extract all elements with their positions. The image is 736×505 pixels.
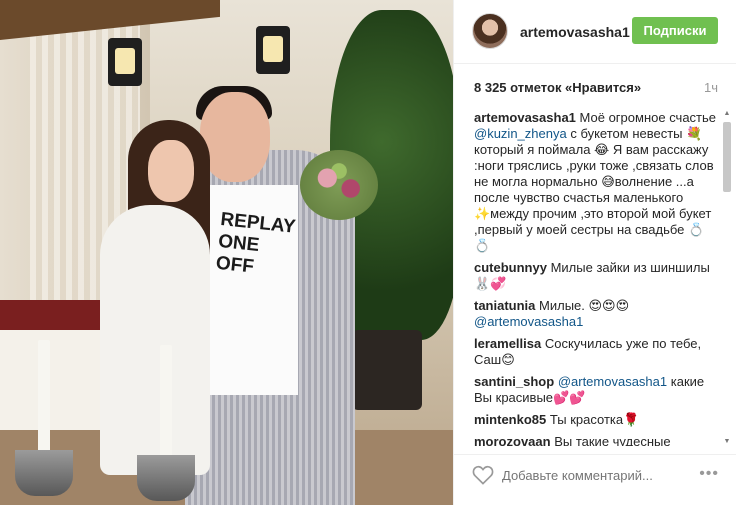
photo-candleholder-right [137,455,195,501]
comment-mention[interactable]: @artemovasasha1 [474,314,583,329]
likes-row: 8 325 отметок «Нравится» 1ч [474,80,718,100]
comment-item: mintenko85 Ты красотка🌹 [474,412,720,428]
comment-text: с букетом невесты 💐 который я поймала 😂 … [474,126,714,253]
comment-username[interactable]: santini_shop [474,374,554,389]
scroll-up-icon[interactable]: ▲ [723,110,731,118]
post-time[interactable]: 1ч [704,80,718,95]
scroll-thumb[interactable] [723,122,731,192]
photo-woman-coat [100,205,210,475]
photo-man-shirt: REPLAY ONE OFF [210,185,298,395]
avatar[interactable] [472,13,508,49]
comment-text: Ты красотка🌹 [549,412,640,427]
comment-item: artemovasasha1 Моё огромное счастье @kuz… [474,110,720,254]
comment-text: Моё огромное счастье [579,110,717,125]
comment-item: morozovaan Вы такие чудесные [474,434,720,446]
photo-candleholder-left [15,450,73,496]
photo-bouquet [300,150,378,220]
comment-username[interactable]: morozovaan [474,434,551,446]
post-photo[interactable]: REPLAY ONE OFF [0,0,453,505]
comments-scrollbar[interactable]: ▲ ▼ [722,110,732,446]
comments-list[interactable]: artemovasasha1 Моё огромное счастье @kuz… [474,110,720,446]
comment-mention[interactable]: @artemovasasha1 [558,374,667,389]
comment-username[interactable]: cutebunnyy [474,260,547,275]
photo-man-head [200,92,270,182]
comment-item: leramellisa Соскучилась уже по тебе, Саш… [474,336,720,368]
comment-item: cutebunnyy Милые зайки из шиншилы 🐰💞 [474,260,720,292]
comment-username[interactable]: leramellisa [474,336,541,351]
scroll-down-icon[interactable]: ▼ [723,438,731,446]
comment-username[interactable]: artemovasasha1 [474,110,576,125]
photo-woman-face [148,140,194,202]
photo-lamp-right [256,26,290,74]
likes-count[interactable]: 8 325 отметок «Нравится» [474,80,641,95]
photo-plant-pot [352,330,422,410]
post-sidebar: artemovasasha1 Подписки 8 325 отметок «Н… [453,0,736,505]
heart-icon[interactable] [472,465,494,485]
comment-item: santini_shop @artemovasasha1 какие Вы кр… [474,374,720,406]
comment-footer: ••• [454,454,736,494]
follow-button[interactable]: Подписки [632,17,718,44]
author-username[interactable]: artemovasasha1 [520,24,630,40]
comment-mention[interactable]: @kuzin_zhenya [474,126,567,141]
post-header: artemovasasha1 Подписки [454,0,736,64]
comment-text: Вы такие чудесные [554,434,671,446]
comment-username[interactable]: mintenko85 [474,412,546,427]
comment-text: Милые. 😍😍😍 [539,298,630,313]
photo-candle-left [38,340,50,460]
comment-input[interactable] [502,465,672,485]
comment-item: taniatunia Милые. 😍😍😍 @artemovasasha1 [474,298,720,330]
more-options-icon[interactable]: ••• [699,465,719,483]
comment-username[interactable]: taniatunia [474,298,535,313]
shirt-print: REPLAY ONE OFF [214,208,297,278]
photo-lamp-left [108,38,142,86]
